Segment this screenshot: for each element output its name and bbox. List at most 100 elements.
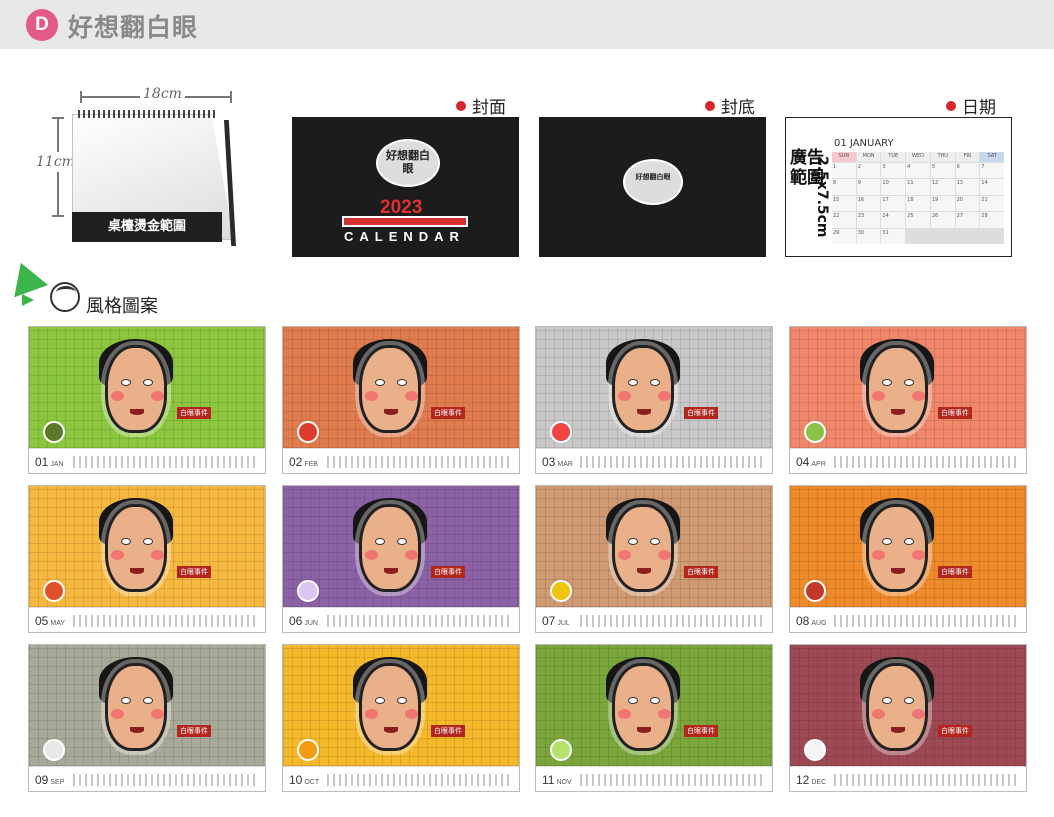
day-cell: 9 [856,179,881,195]
eye-left [882,379,892,386]
event-tag: 白眼事件 [177,407,211,419]
mouth [384,568,398,574]
month-footer: 04 APR [790,448,1026,473]
cheek-left [365,550,378,560]
month-footer: 10 OCT [283,766,519,791]
fruit-icon [43,580,65,602]
month-number: 07 JUL [542,614,570,628]
month-card: 白眼事件 08 AUG [789,485,1027,633]
eye-right [650,697,660,704]
eye-left [628,379,638,386]
day-cell: 25 [906,212,930,228]
mouth [637,409,651,415]
cover-art-text: 好想翻白眼 [386,149,430,175]
face-illustration [105,504,167,592]
green-arrow-icon [22,294,34,306]
month-card: 白眼事件 01 JAN [28,326,266,474]
fruit-icon [804,739,826,761]
month-number: 01 JAN [35,455,64,469]
month-abbr: JAN [50,461,64,468]
day-cell: 18 [906,195,930,212]
style-section-title: 風格圖案 [86,296,158,317]
cheek-left [872,709,885,719]
event-tag: 白眼事件 [938,566,972,578]
month-footer: 02 FEB [283,448,519,473]
fruit-icon [297,580,319,602]
month-number: 11 NOV [542,773,572,787]
eye-right [650,538,660,545]
eye-left [375,697,385,704]
day-cell: 11 [906,179,930,195]
event-tag: 白眼事件 [177,566,211,578]
event-tag: 白眼事件 [684,725,718,737]
mouth [130,568,144,574]
month-card: 白眼事件 09 SEP [28,644,266,792]
month-number: 05 MAY [35,614,66,628]
day-strip [834,456,1020,468]
month-footer: 11 NOV [536,766,772,791]
spiral-binding [78,110,218,118]
cheek-right [912,550,925,560]
day-cell: 15 [832,195,856,212]
month-footer: 03 MAR [536,448,772,473]
day-cell: 19 [930,195,955,212]
eye-left [121,538,131,545]
month-number: 02 FEB [289,455,318,469]
eye-right [904,379,914,386]
cheek-left [111,709,124,719]
day-cell: 28 [980,212,1004,228]
day-cell: 2 [856,163,881,179]
event-tag: 白眼事件 [177,725,211,737]
weekday-header: SUN [832,152,856,162]
event-tag: 白眼事件 [938,725,972,737]
month-number: 09 SEP [35,773,65,787]
month-abbr: FEB [304,461,318,468]
fruit-icon [550,580,572,602]
month-footer: 08 AUG [790,607,1026,632]
eye-left [882,697,892,704]
cheek-right [405,391,418,401]
mouth [891,409,905,415]
month-number: 06 JUN [289,614,318,628]
mini-month-title: 01 JANUARY [834,138,894,149]
day-strip [834,615,1020,627]
month-card: 白眼事件 05 MAY [28,485,266,633]
fruit-icon [43,739,65,761]
fruit-icon [297,739,319,761]
eye-right [650,379,660,386]
cheek-left [618,391,631,401]
fruit-icon [297,421,319,443]
cheek-right [912,709,925,719]
day-cell: 31 [881,228,906,244]
day-cell: 27 [955,212,980,228]
month-abbr: AUG [811,620,827,627]
month-abbr: SEP [50,779,65,786]
cheek-left [111,391,124,401]
month-card: 白眼事件 11 NOV [535,644,773,792]
height-label: 11cm [36,152,75,172]
face-illustration [866,345,928,433]
eye-left [375,379,385,386]
eye-right [397,379,407,386]
ad-area-size: 2.5x7.5cm [814,156,830,238]
month-abbr: JUN [304,620,318,627]
day-cell: 24 [881,212,906,228]
back-preview: 好想翻白眼 [539,117,766,257]
day-cell: 23 [856,212,881,228]
back-label: 封底 [705,93,755,118]
cheek-left [618,550,631,560]
dimension-illustration: 18cm 11cm 桌檯燙金範圍 [30,80,260,260]
mini-calendar-grid: SUN MON TUE WED THU FRI SAT 1 2 3 4 5 6 7 8 9 10 11 12 13 14… [832,152,1004,244]
weekday-header: THU [930,152,955,162]
day-cell: 21 [980,195,1004,212]
month-footer: 06 JUN [283,607,519,632]
day-cell: 5 [930,163,955,179]
day-cell: 29 [832,228,856,244]
day-strip [580,615,766,627]
face-illustration [866,504,928,592]
month-abbr: DEC [811,779,827,786]
cheek-left [111,550,124,560]
day-strip [73,774,259,786]
fruit-icon [550,421,572,443]
cheek-right [151,709,164,719]
